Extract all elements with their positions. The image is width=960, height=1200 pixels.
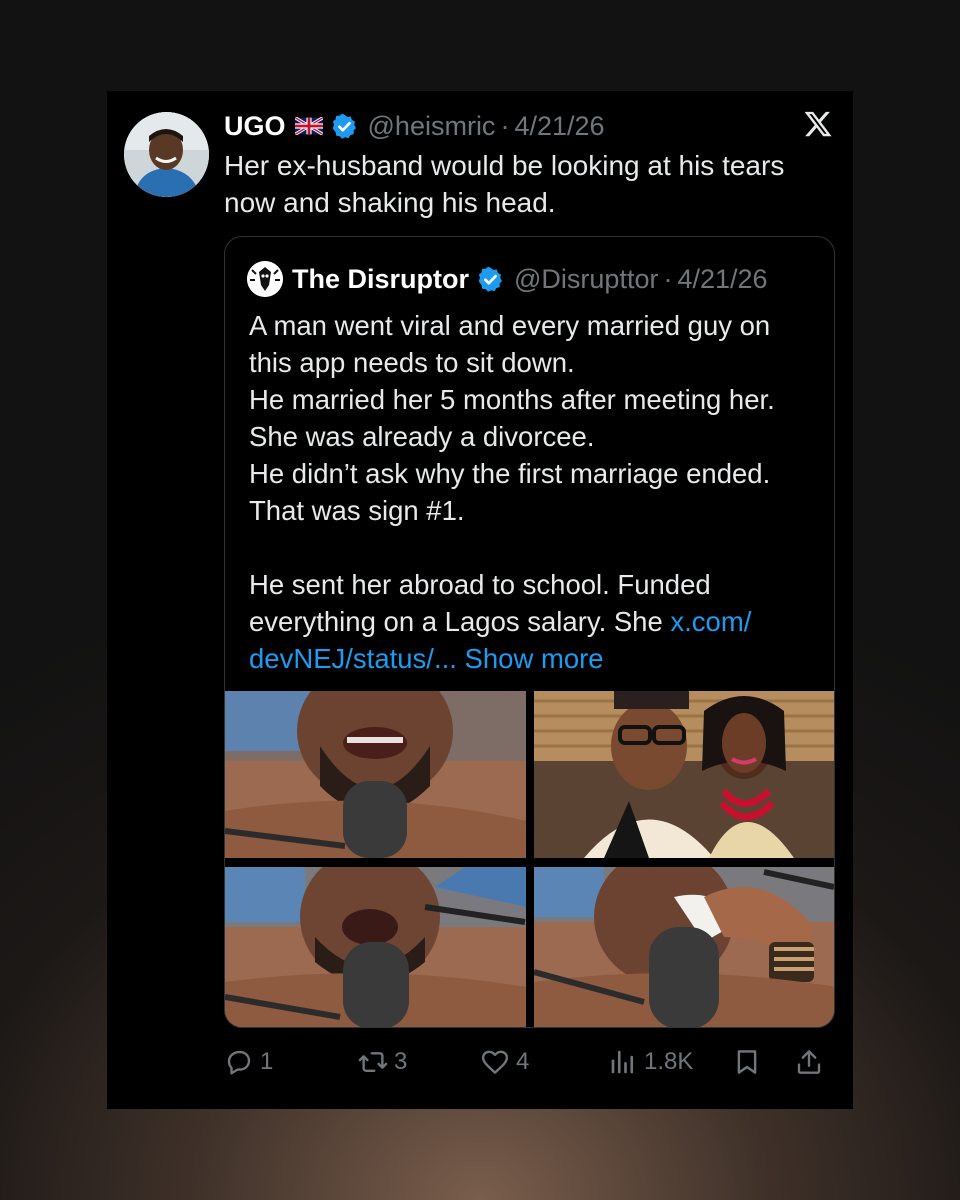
media-image-wiping-tears[interactable] <box>534 867 834 1027</box>
reply-icon <box>227 1050 251 1075</box>
quoted-line: He married her 5 months after meeting he… <box>249 384 775 415</box>
author-name[interactable]: UGO <box>224 111 286 142</box>
media-image-crying-man[interactable] <box>225 691 526 858</box>
verified-badge-icon <box>477 266 504 293</box>
share-icon <box>797 1050 821 1074</box>
like-count: 4 <box>516 1048 530 1075</box>
tweet-header: UGO @heismric · 4/21/26 <box>224 109 783 143</box>
reply-count: 1 <box>260 1048 274 1075</box>
tweet-text: Her ex-husband would be looking at his t… <box>224 150 785 218</box>
quoted-date[interactable]: 4/21/26 <box>677 264 767 295</box>
author-handle[interactable]: @heismric <box>368 111 496 142</box>
quoted-paragraph: He sent her abroad to school. Funded eve… <box>249 566 819 677</box>
quoted-paragraph-text: He sent her abroad to school. Funded eve… <box>249 569 711 637</box>
uk-flag-icon <box>294 117 323 135</box>
like-button[interactable]: 4 <box>480 1043 529 1081</box>
quoted-line: She was already a divorcee. <box>249 421 595 452</box>
share-button[interactable] <box>794 1043 824 1081</box>
views-button[interactable]: 1.8K <box>608 1043 693 1081</box>
separator: · <box>663 263 673 294</box>
repost-button[interactable]: 3 <box>358 1043 407 1081</box>
repost-icon <box>358 1052 388 1072</box>
tweet-card: UGO @heismric · 4/21/26 Her ex-husband w… <box>107 91 853 1109</box>
quoted-line: He didn’t ask why the first marriage end… <box>249 458 771 489</box>
tweet-date[interactable]: 4/21/26 <box>514 111 604 142</box>
separator: · <box>500 110 510 141</box>
media-image-couple[interactable] <box>534 691 834 858</box>
quoted-text: A man went viral and every married guy o… <box>249 307 819 677</box>
show-more-link[interactable]: Show more <box>457 643 604 674</box>
quoted-line: A man went viral and every married guy o… <box>249 310 771 378</box>
quoted-tweet[interactable]: The Disruptor @Disrupttor · 4/21/26 A ma… <box>224 236 835 1028</box>
media-grid <box>225 691 834 1027</box>
quoted-author-name[interactable]: The Disruptor <box>292 264 469 295</box>
quoted-line: That was sign #1. <box>249 495 465 526</box>
bookmark-button[interactable] <box>732 1043 762 1081</box>
heart-icon <box>481 1050 509 1074</box>
views-count: 1.8K <box>644 1048 694 1075</box>
verified-badge-icon <box>331 113 358 140</box>
x-logo-icon <box>803 109 833 139</box>
quoted-header: The Disruptor @Disrupttor · 4/21/26 <box>247 261 768 297</box>
views-icon <box>611 1050 634 1074</box>
media-image-crying-man-2[interactable] <box>225 867 526 1027</box>
action-bar: 1 3 4 1.8K <box>224 1043 835 1081</box>
repost-count: 3 <box>394 1048 408 1075</box>
quoted-author-handle[interactable]: @Disrupttor <box>514 264 658 295</box>
bookmark-icon <box>737 1050 757 1074</box>
quoted-avatar[interactable] <box>247 261 283 297</box>
reply-button[interactable]: 1 <box>224 1043 273 1081</box>
author-avatar[interactable] <box>124 112 209 197</box>
